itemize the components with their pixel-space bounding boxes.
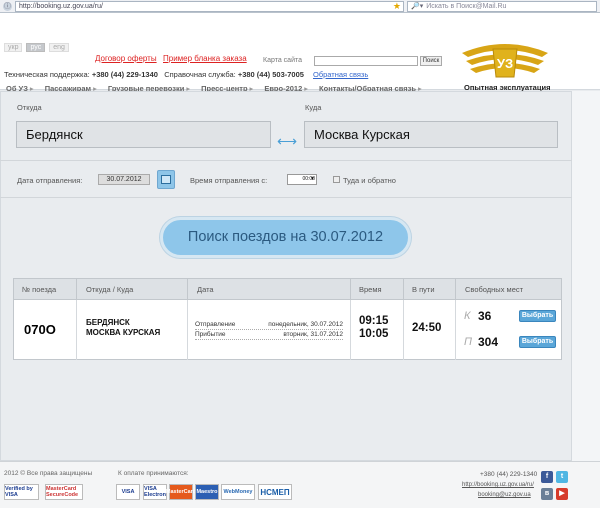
facebook-icon[interactable]: f — [541, 471, 553, 483]
roundtrip-checkbox[interactable] — [333, 176, 340, 183]
table-header: № поезда Откуда / Куда Дата Время В пути… — [13, 278, 562, 300]
select-p-button[interactable]: Выбрать — [519, 336, 556, 348]
address-url: http://booking.uz.gov.ua/ru/ — [19, 2, 103, 10]
bookmark-star-icon[interactable]: ★ — [393, 1, 403, 11]
svg-text:УЗ: УЗ — [497, 56, 513, 71]
roundtrip-label: Туда и обратно — [343, 176, 396, 185]
support-label: Техническая поддержка: — [4, 70, 90, 79]
lang-rus[interactable]: рус — [26, 43, 46, 52]
swap-stations-icon[interactable]: ⟷ — [277, 133, 297, 150]
maestro-badge: Maestro — [195, 484, 219, 500]
col-travel: В пути — [412, 285, 435, 294]
calendar-button[interactable] — [157, 170, 175, 189]
site-header: укр рус eng Договор оферты Пример бланка… — [0, 13, 600, 93]
footer-email-link[interactable]: booking@uz.gov.ua — [478, 492, 531, 498]
departure-time: 09:15 — [359, 315, 389, 327]
calendar-icon — [161, 175, 171, 184]
chevron-down-icon: ▼ — [310, 176, 315, 182]
date-time-row — [0, 160, 572, 198]
trains-table: № поезда Откуда / Куда Дата Время В пути… — [13, 278, 562, 360]
date-label: Дата отправления: — [17, 176, 83, 185]
order-sample-link[interactable]: Пример бланка заказа — [163, 54, 247, 63]
language-switcher: укр рус eng — [4, 43, 69, 52]
seat-class-k: К 36 Выбрать — [462, 308, 556, 325]
address-bar[interactable]: http://booking.uz.gov.ua/ru/ ★ — [15, 0, 404, 12]
train-times: 09:15 10:05 — [359, 315, 388, 341]
route-to: МОСКВА КУРСКАЯ — [86, 328, 161, 337]
browser-search-field[interactable]: 🔎▾ Искать в Поиск@Mail.Ru — [407, 0, 597, 12]
footer-site-link[interactable]: http://booking.uz.gov.ua/ru/ — [462, 482, 534, 488]
train-dates: Отправление понедельник, 30.07.2012 Прибы… — [195, 320, 343, 340]
lang-ukr[interactable]: укр — [4, 43, 23, 52]
site-search-button[interactable]: Поиск — [420, 56, 442, 66]
table-row: 070О БЕРДЯНСК МОСКВА КУРСКАЯ Отправление… — [13, 300, 562, 360]
browser-toolbar: ⓘ http://booking.uz.gov.ua/ru/ ★ 🔎▾ Искать… — [0, 0, 600, 13]
webmoney-badge: WebMoney — [221, 484, 255, 500]
train-route: БЕРДЯНСК МОСКВА КУРСКАЯ — [86, 318, 160, 338]
arrival-label: Прибытие — [195, 331, 226, 338]
to-station-input[interactable]: Москва Курская — [304, 121, 558, 148]
twitter-icon[interactable]: t — [556, 471, 568, 483]
to-label: Куда — [305, 103, 322, 112]
verified-visa-badge: Verified by VISA — [4, 484, 39, 500]
support-phone: +380 (44) 229-1340 — [91, 70, 158, 79]
col-date: Дата — [197, 285, 214, 294]
info-label: Справочная служба: — [164, 70, 236, 79]
from-station-input[interactable]: Бердянск — [16, 121, 271, 148]
search-engine-icon[interactable]: 🔎▾ — [411, 2, 423, 11]
col-seats: Свободных мест — [465, 285, 524, 294]
departure-date: понедельник, 30.07.2012 — [268, 321, 343, 328]
mastercard-badge: MasterCard — [166, 484, 196, 500]
visa-badge: VISA — [116, 484, 140, 500]
youtube-icon[interactable]: ▶ — [556, 488, 568, 500]
train-number: 070О — [24, 322, 56, 337]
arrival-date: вторник, 31.07.2012 — [283, 331, 343, 338]
seat-class-label: П — [464, 336, 472, 348]
copyright: 2012 © Все права защищены — [4, 470, 93, 477]
arrival-time: 10:05 — [359, 328, 389, 340]
nsmep-badge: НСМЕП — [258, 484, 292, 500]
route-from: БЕРДЯНСК — [86, 318, 130, 327]
contract-link[interactable]: Договор оферты — [95, 54, 157, 63]
seat-count: 36 — [478, 309, 492, 323]
select-k-button[interactable]: Выбрать — [519, 310, 556, 322]
time-label: Время отправления с: — [190, 176, 268, 185]
search-trains-button[interactable]: Поиск поездов на 30.07.2012 — [160, 217, 411, 258]
departure-label: Отправление — [195, 321, 236, 328]
lang-eng[interactable]: eng — [49, 43, 69, 52]
from-label: Откуда — [17, 103, 42, 112]
mastercard-securecode-badge: MasterCard SecureCode — [45, 484, 83, 500]
col-route: Откуда / Куда — [86, 285, 134, 294]
col-train: № поезда — [22, 285, 57, 294]
date-input[interactable]: 30.07.2012 — [98, 174, 150, 185]
seat-count: 304 — [478, 335, 499, 349]
seat-class-p: П 304 Выбрать — [462, 334, 556, 351]
sitemap-link[interactable]: Карта сайта — [263, 57, 302, 64]
seat-class-label: К — [464, 310, 471, 322]
site-footer: 2012 © Все права защищены К оплате прини… — [0, 461, 600, 508]
site-identity-icon[interactable]: ⓘ — [3, 1, 12, 11]
footer-phone: +380 (44) 229-1340 — [480, 471, 538, 478]
time-select[interactable]: 00:00 ▼ — [287, 174, 317, 185]
feedback-link[interactable]: Обратная связь — [313, 70, 368, 79]
support-info: Техническая поддержка: +380 (44) 229-134… — [4, 70, 304, 79]
uz-logo[interactable]: УЗ — [460, 39, 550, 81]
travel-time: 24:50 — [412, 322, 442, 334]
visa-electron-badge: VISA Electron — [143, 484, 167, 500]
info-phone: +380 (44) 503-7005 — [237, 70, 304, 79]
right-gutter — [572, 91, 600, 461]
accept-label: К оплате принимаются: — [118, 470, 189, 477]
col-time: Время — [359, 285, 382, 294]
site-search-input[interactable] — [314, 56, 418, 66]
browser-search-placeholder: Искать в Поиск@Mail.Ru — [426, 2, 507, 10]
vkontakte-icon[interactable]: в — [541, 488, 553, 500]
